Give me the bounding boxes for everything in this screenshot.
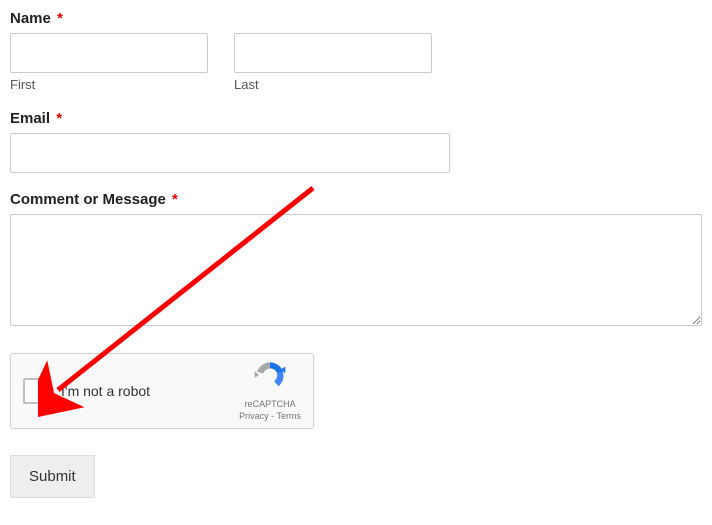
recaptcha-widget: I'm not a robot reCAPTCHA Privacy - Term… [10, 353, 314, 429]
required-mark: * [57, 10, 63, 27]
recaptcha-links: Privacy - Terms [239, 411, 301, 423]
email-field: Email * [10, 110, 702, 173]
email-input[interactable] [10, 133, 450, 173]
recaptcha-checkbox[interactable] [23, 378, 49, 404]
message-label-text: Comment or Message [10, 191, 166, 208]
required-mark: * [56, 110, 62, 127]
message-textarea[interactable] [10, 214, 702, 326]
required-mark: * [172, 191, 178, 208]
recaptcha-privacy-link[interactable]: Privacy [239, 411, 269, 421]
recaptcha-icon [253, 359, 287, 393]
first-name-col: First [10, 33, 208, 92]
last-name-col: Last [234, 33, 432, 92]
recaptcha-terms-link[interactable]: Terms [277, 411, 302, 421]
last-name-sublabel: Last [234, 77, 432, 92]
first-name-sublabel: First [10, 77, 208, 92]
recaptcha-separator: - [269, 411, 277, 421]
recaptcha-branding: reCAPTCHA Privacy - Terms [239, 359, 301, 422]
name-row: First Last [10, 33, 702, 92]
name-field: Name * First Last [10, 10, 702, 92]
name-label-text: Name [10, 10, 51, 27]
message-field: Comment or Message * [10, 191, 702, 329]
last-name-input[interactable] [234, 33, 432, 73]
recaptcha-label: I'm not a robot [61, 383, 239, 399]
submit-button[interactable]: Submit [10, 455, 95, 498]
email-label: Email * [10, 110, 702, 127]
recaptcha-brand-text: reCAPTCHA [239, 399, 301, 411]
name-label: Name * [10, 10, 702, 27]
message-label: Comment or Message * [10, 191, 702, 208]
first-name-input[interactable] [10, 33, 208, 73]
email-label-text: Email [10, 110, 50, 127]
